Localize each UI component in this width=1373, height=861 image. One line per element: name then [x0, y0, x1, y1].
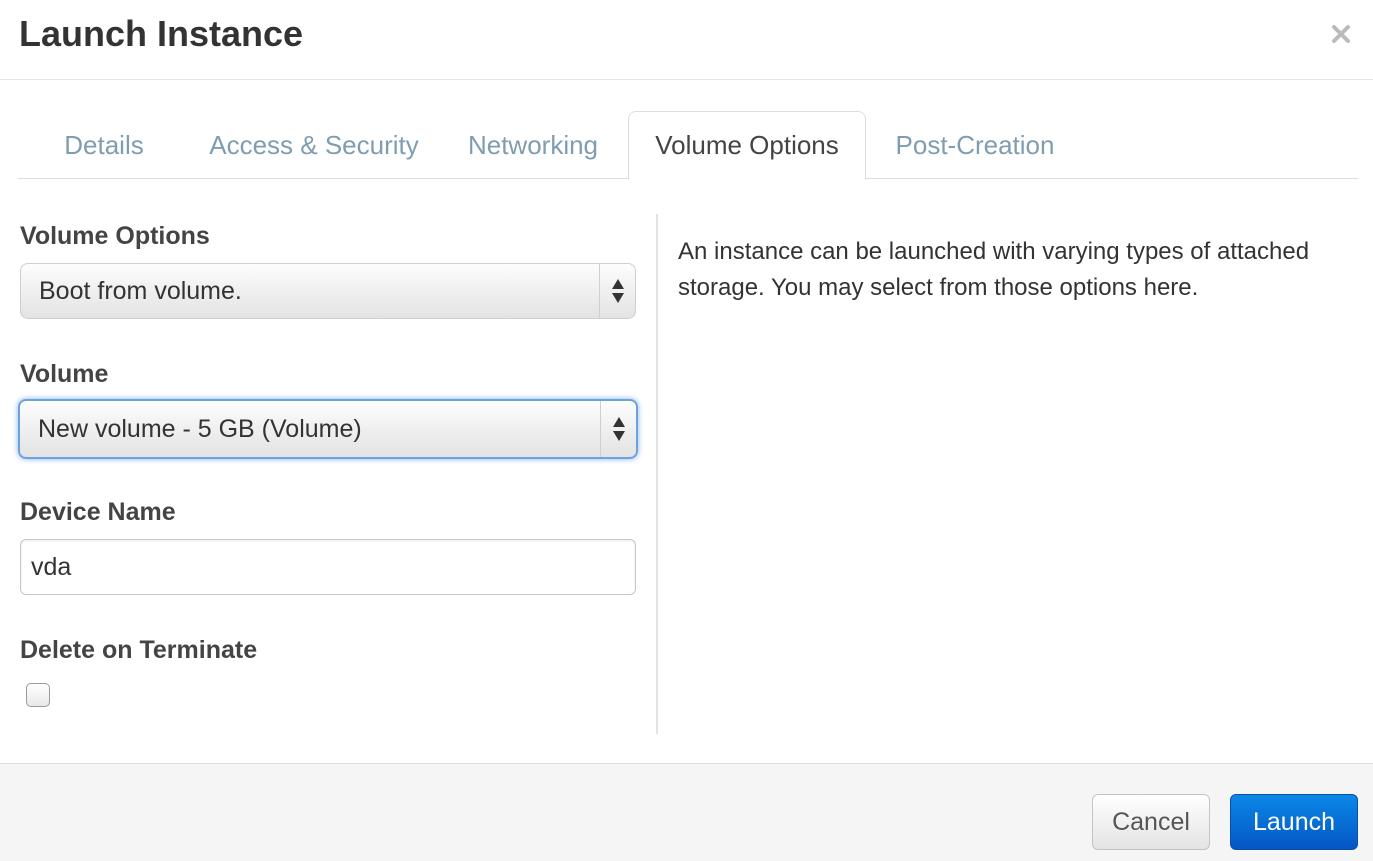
volume-selected-value: New volume - 5 GB (Volume)	[38, 414, 362, 443]
volume-label: Volume	[20, 360, 109, 388]
device-name-label: Device Name	[20, 498, 176, 526]
tab-bar: Details Access & Security Networking Vol…	[18, 111, 1358, 180]
tab-access-security[interactable]: Access & Security	[194, 111, 434, 179]
modal-footer: Cancel Launch	[0, 763, 1373, 861]
volume-options-selected-value: Boot from volume.	[39, 276, 242, 305]
updown-arrows-icon	[599, 264, 635, 318]
device-name-input[interactable]	[20, 539, 636, 595]
help-text: An instance can be launched with varying…	[678, 238, 1310, 301]
tab-post-creation[interactable]: Post-Creation	[886, 111, 1064, 179]
close-icon	[1332, 25, 1350, 43]
modal-title: Launch Instance	[19, 13, 304, 54]
column-divider	[656, 214, 658, 734]
modal-header: Launch Instance	[0, 0, 1373, 80]
launch-instance-modal: Launch Instance Details Access & Securit…	[0, 0, 1373, 861]
delete-on-terminate-checkbox[interactable]	[26, 683, 50, 707]
volume-options-select[interactable]: Boot from volume.	[20, 263, 636, 319]
launch-button[interactable]: Launch	[1230, 794, 1358, 850]
delete-on-terminate-label: Delete on Terminate	[20, 636, 258, 664]
tab-details[interactable]: Details	[48, 111, 160, 179]
cancel-button[interactable]: Cancel	[1092, 794, 1210, 850]
close-button[interactable]	[1323, 14, 1359, 54]
volume-select[interactable]: New volume - 5 GB (Volume)	[18, 399, 638, 459]
volume-options-label: Volume Options	[20, 222, 210, 250]
tab-volume-options[interactable]: Volume Options	[628, 111, 866, 180]
updown-arrows-icon	[600, 401, 636, 457]
tab-networking[interactable]: Networking	[460, 111, 606, 179]
